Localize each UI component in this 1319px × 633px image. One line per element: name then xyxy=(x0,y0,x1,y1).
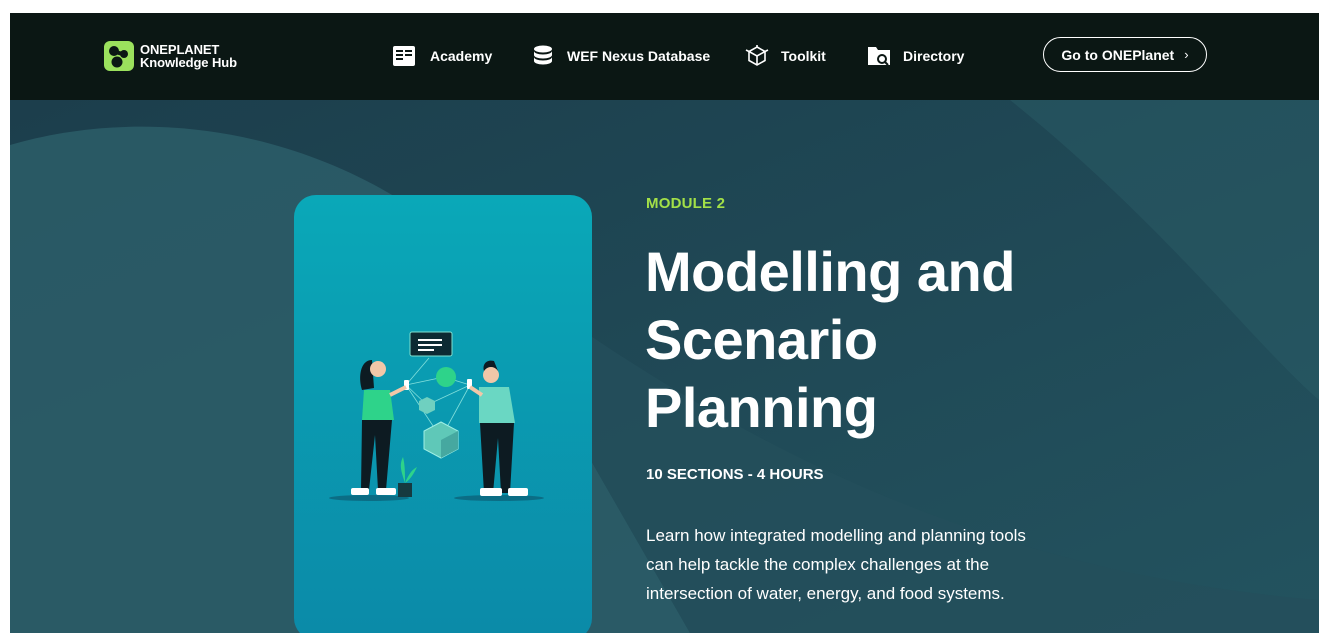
brand-logo-link[interactable]: ONEPLANET Knowledge Hub xyxy=(104,41,237,71)
nav-item-academy[interactable]: Academy xyxy=(392,41,492,71)
nav-label-academy: Academy xyxy=(430,48,493,64)
module-label: MODULE 2 xyxy=(646,195,726,212)
nav-item-directory[interactable]: Directory xyxy=(867,41,964,71)
people-with-phones-illustration xyxy=(329,331,544,501)
database-icon xyxy=(531,44,555,68)
document-icon xyxy=(392,44,416,68)
nav-label-toolkit: Toolkit xyxy=(781,48,826,64)
nav-label-wef-nexus-database: WEF Nexus Database xyxy=(567,48,711,64)
module-meta: 10 SECTIONS - 4 HOURS xyxy=(646,466,824,483)
title-line-1: Modelling and xyxy=(645,240,1015,303)
module-title: Modelling and Scenario Planning xyxy=(645,238,1085,442)
hero-section: MODULE 2 Modelling and Scenario Planning… xyxy=(10,100,1319,633)
cta-label: Go to ONEPlanet xyxy=(1061,46,1175,63)
nav-label-directory: Directory xyxy=(903,48,965,64)
top-navbar: ONEPLANET Knowledge Hub Academy WEF Nexu… xyxy=(10,13,1319,100)
go-to-oneplanet-button[interactable]: Go to ONEPlanet › xyxy=(1043,37,1207,72)
chevron-right-icon: › xyxy=(1184,47,1189,62)
module-illustration-card xyxy=(294,195,592,633)
folder-search-icon xyxy=(867,44,891,68)
title-line-2: Scenario xyxy=(645,308,878,371)
nav-item-wef-nexus-database[interactable]: WEF Nexus Database xyxy=(531,41,710,71)
module-description: Learn how integrated modelling and plann… xyxy=(646,526,1026,603)
nav-item-toolkit[interactable]: Toolkit xyxy=(745,41,826,71)
brand-line-2: Knowledge Hub xyxy=(140,55,237,70)
brand-name: ONEPLANET Knowledge Hub xyxy=(140,43,237,69)
oneplanet-logo-icon xyxy=(104,41,134,71)
page-frame: ONEPLANET Knowledge Hub Academy WEF Nexu… xyxy=(10,13,1319,633)
title-line-3: Planning xyxy=(645,376,878,439)
cube-icon xyxy=(745,44,769,68)
